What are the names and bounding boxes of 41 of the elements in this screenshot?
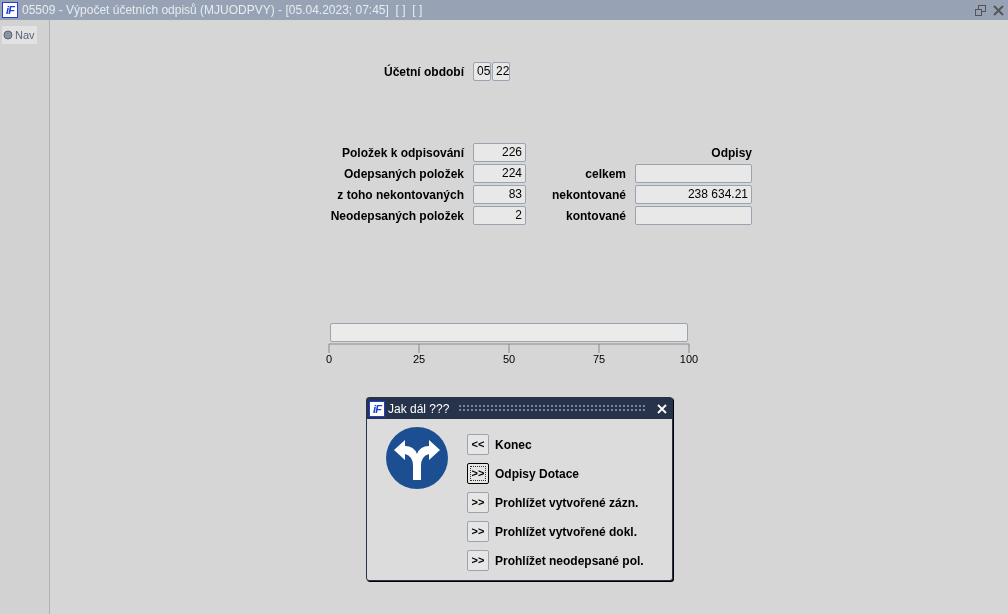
option-button[interactable]: >> xyxy=(467,521,489,542)
input-field[interactable]: 05 xyxy=(473,62,491,81)
option-button[interactable]: >> xyxy=(467,492,489,513)
scale-label: 25 xyxy=(411,353,427,365)
option-label: Prohlížet vytvořené zázn. xyxy=(495,494,639,512)
dialog-title: Jak dál ??? xyxy=(388,400,450,418)
input-field[interactable] xyxy=(635,164,752,183)
section-heading: Odpisy xyxy=(710,144,752,162)
app-logo: iF xyxy=(369,400,385,417)
option-label: Konec xyxy=(495,436,532,454)
scale-label: 0 xyxy=(324,353,334,365)
option-label: Odpisy Dotace xyxy=(495,465,580,483)
field-label: nekontované xyxy=(551,186,626,204)
input-field[interactable]: 83 xyxy=(473,185,526,204)
input-field[interactable] xyxy=(635,206,752,225)
field-label: Položek k odpisování xyxy=(340,144,464,162)
field-label: Odepsaných položek xyxy=(342,165,464,183)
scale-label: 75 xyxy=(591,353,607,365)
field-label: Neodepsaných položek xyxy=(329,207,464,225)
option-label: Prohlížet neodepsané pol. xyxy=(495,552,644,570)
option-button[interactable]: << xyxy=(467,434,489,455)
input-field[interactable]: 2 xyxy=(473,206,526,225)
fork-sign-icon xyxy=(385,426,449,490)
input-field[interactable]: 226 xyxy=(473,143,526,162)
option-button[interactable]: >> xyxy=(467,463,489,484)
input-field[interactable]: 238 634.21 xyxy=(635,185,752,204)
option-button[interactable]: >> xyxy=(467,550,489,571)
option-label: Prohlížet vytvořené dokl. xyxy=(495,523,638,541)
field-label: kontované xyxy=(565,207,626,225)
app-logo: iF xyxy=(2,2,18,18)
input-field[interactable]: 22 xyxy=(492,62,510,81)
input-field[interactable]: 224 xyxy=(473,164,526,183)
radio-icon xyxy=(3,30,13,40)
window-title: 05509 - Výpočet účetních odpisů (MJUODPVY) - [05.04.2023; 07:45] [ ] [ ] xyxy=(22,2,423,19)
scale-label: 50 xyxy=(501,353,517,365)
field-label: Účetní období xyxy=(383,63,464,81)
sidebar-tab[interactable]: Nav xyxy=(2,26,37,44)
restore-icon[interactable] xyxy=(975,4,986,16)
field-label: z toho nekontovaných xyxy=(336,186,464,204)
field-label: celkem xyxy=(584,165,626,183)
scale-label: 100 xyxy=(678,353,700,365)
